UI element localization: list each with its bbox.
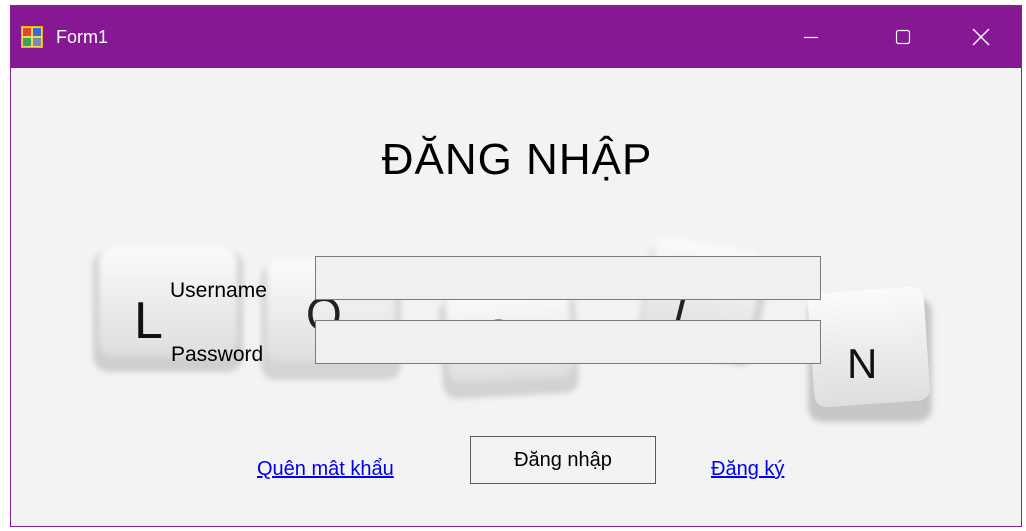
close-icon (972, 28, 990, 46)
page-title: ĐĂNG NHẬP (381, 135, 653, 184)
username-label: Username (170, 279, 267, 302)
svg-text:N: N (847, 340, 877, 387)
minimize-button[interactable] (765, 6, 857, 68)
winforms-app-icon (21, 26, 43, 48)
password-input[interactable] (315, 320, 821, 364)
maximize-icon (895, 29, 911, 45)
register-link[interactable]: Đăng ký (711, 457, 784, 481)
password-label: Password (171, 343, 264, 366)
form-client-area: L O G I N (11, 68, 1021, 526)
forgot-password-link[interactable]: Quên mât khẩu (257, 457, 394, 481)
window-title: Form1 (56, 27, 109, 47)
svg-text:L: L (134, 292, 163, 350)
title-bar[interactable]: Form1 (11, 6, 1021, 68)
close-button[interactable] (939, 6, 1021, 68)
minimize-icon (803, 29, 819, 45)
username-input[interactable] (315, 256, 821, 300)
maximize-button[interactable] (857, 6, 949, 68)
login-button[interactable]: Đăng nhập (470, 436, 656, 484)
app-window: Form1 L O I N ĐĂNG NHẬP Username Passwor… (10, 5, 1022, 527)
